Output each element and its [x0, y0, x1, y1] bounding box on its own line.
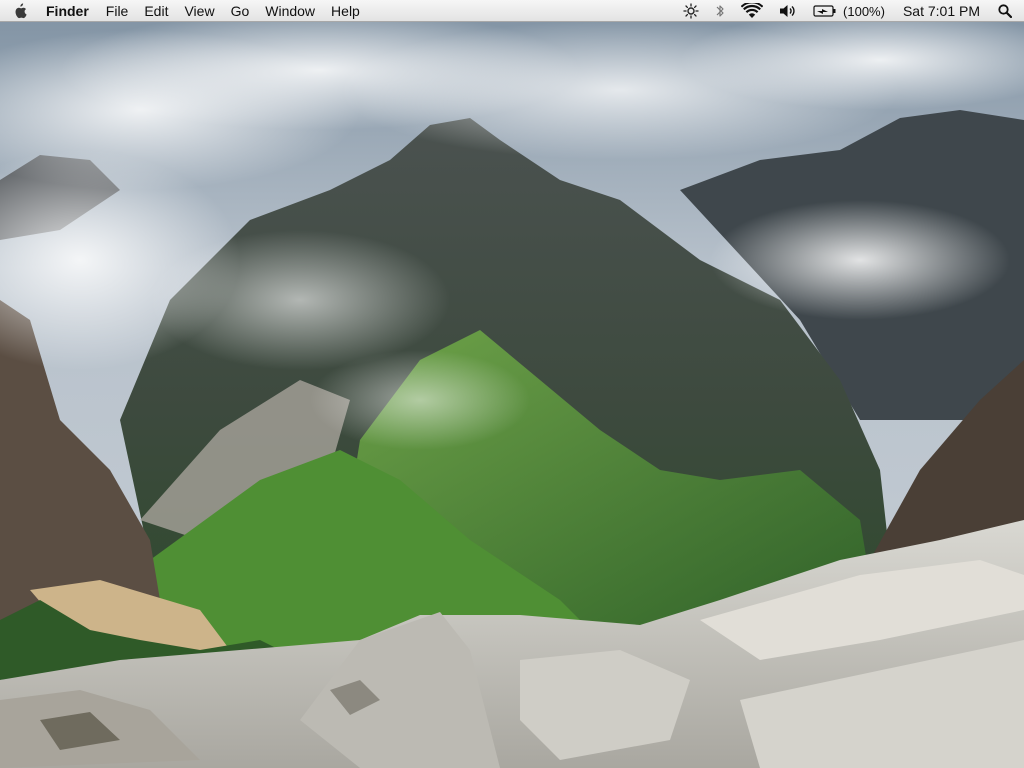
speaker-icon[interactable]: [771, 0, 805, 22]
wifi-icon[interactable]: [733, 0, 771, 22]
apple-icon[interactable]: [0, 0, 40, 22]
menu-clock[interactable]: Sat 7:01 PM: [893, 3, 990, 19]
menu-app-finder[interactable]: Finder: [40, 0, 98, 22]
menu-go[interactable]: Go: [223, 0, 258, 22]
menu-extras: (100%) Sat 7:01 PM: [675, 0, 1024, 22]
menu-file[interactable]: File: [98, 0, 137, 22]
desktop[interactable]: Finder File Edit View Go Window Help (10…: [0, 0, 1024, 768]
menu-edit[interactable]: Edit: [136, 0, 176, 22]
menu-bar: Finder File Edit View Go Window Help (10…: [0, 0, 1024, 22]
magnifier-icon[interactable]: [990, 0, 1024, 22]
battery-percentage[interactable]: (100%): [841, 4, 893, 19]
desktop-wallpaper: [0, 0, 1024, 768]
menu-help[interactable]: Help: [323, 0, 368, 22]
battery-charging-icon[interactable]: [805, 0, 841, 22]
sun-icon[interactable]: [675, 0, 707, 22]
menu-window[interactable]: Window: [257, 0, 323, 22]
bluetooth-icon[interactable]: [707, 0, 733, 22]
menu-view[interactable]: View: [176, 0, 222, 22]
